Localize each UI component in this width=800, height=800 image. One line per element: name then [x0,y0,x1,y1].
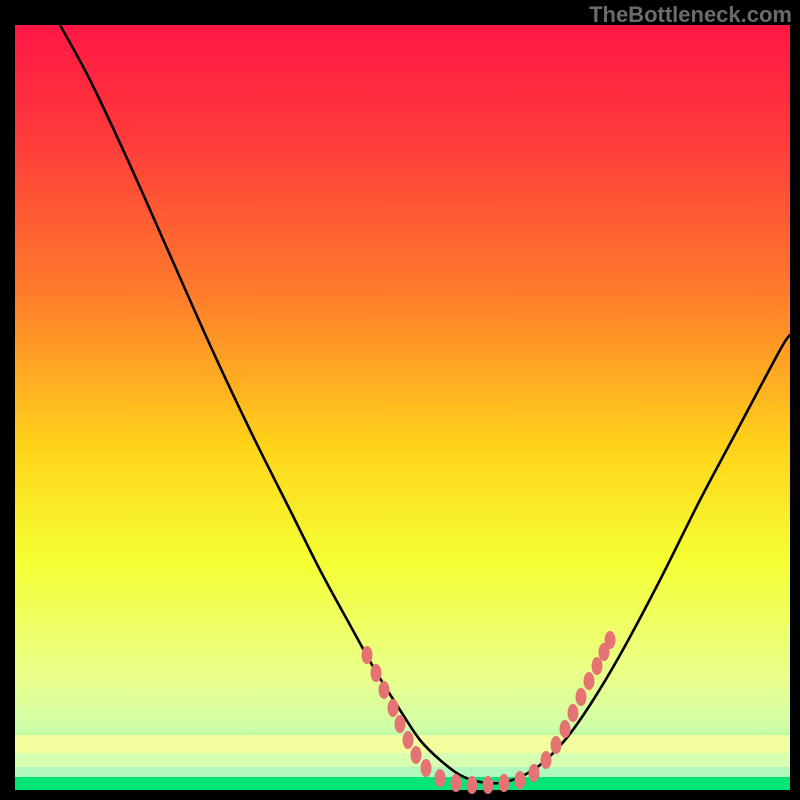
curve-marker-1 [371,664,382,682]
curve-marker-13 [515,771,526,789]
chart-canvas: TheBottleneck.com [0,0,800,800]
curve-marker-11 [483,776,494,794]
gradient-bg [15,25,790,790]
curve-marker-14 [529,764,540,782]
curve-marker-3 [388,699,399,717]
curve-marker-15 [541,751,552,769]
curve-marker-0 [362,646,373,664]
curve-marker-12 [499,774,510,792]
curve-marker-18 [568,704,579,722]
curve-marker-21 [592,657,603,675]
curve-marker-4 [395,715,406,733]
curve-marker-6 [411,746,422,764]
plot-svg [0,0,800,800]
brand-watermark: TheBottleneck.com [589,2,792,28]
curve-marker-5 [403,731,414,749]
curve-marker-20 [584,672,595,690]
curve-marker-23 [605,631,616,649]
curve-marker-2 [379,681,390,699]
bottom-band-0 [15,735,790,753]
curve-marker-19 [576,688,587,706]
curve-marker-7 [421,759,432,777]
bottom-band-2 [15,767,790,777]
curve-marker-9 [451,774,462,792]
curve-marker-16 [551,736,562,754]
bottom-band-1 [15,753,790,767]
curve-marker-8 [435,769,446,787]
curve-marker-17 [560,720,571,738]
bottom-band-3 [15,777,790,790]
curve-marker-10 [467,776,478,794]
